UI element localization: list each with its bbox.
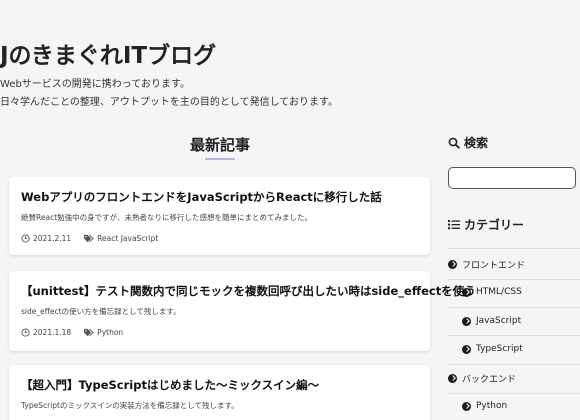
list-icon <box>448 220 460 230</box>
heading-underline <box>205 158 235 160</box>
category-item-javascript[interactable]: JavaScript <box>462 316 521 326</box>
site-title[interactable]: JのきまぐれITブログ <box>0 36 580 70</box>
post-date: 2021.2.11 <box>33 234 72 243</box>
category-heading-label: カテゴリー <box>464 218 525 232</box>
category-label: HTML/CSS <box>476 287 522 297</box>
search-heading: 検索 <box>448 134 488 151</box>
tags-icon <box>84 234 94 243</box>
search-heading-label: 検索 <box>464 136 489 150</box>
search-icon <box>448 137 460 149</box>
post-card[interactable]: WebアプリのフロントエンドをJavaScriptからReactに移行した話 絶… <box>9 177 430 255</box>
chevron-right-circle-icon <box>462 287 471 297</box>
clock-icon <box>21 234 30 243</box>
post-excerpt: 絶賛React勉強中の身ですが、未熟者なりに移行した感想を簡単にまとめてみました… <box>21 213 312 222</box>
category-label: TypeScript <box>476 344 523 354</box>
divider <box>448 248 580 249</box>
divider <box>448 364 580 365</box>
category-item-frontend[interactable]: フロントエンド <box>448 258 525 271</box>
category-heading: カテゴリー <box>448 216 524 233</box>
category-item-html-css[interactable]: HTML/CSS <box>462 287 522 297</box>
post-tags[interactable]: React JavaScript <box>97 234 158 243</box>
post-title[interactable]: 【超入門】TypeScriptはじめました〜ミックスイン編〜 <box>21 377 319 393</box>
chevron-right-circle-icon <box>462 401 471 411</box>
divider <box>448 279 580 280</box>
tags-icon <box>84 328 94 337</box>
post-date: 2021.1.18 <box>33 328 72 337</box>
category-label: JavaScript <box>476 316 522 326</box>
post-excerpt: side_effectの使い方を備忘録として残します。 <box>21 307 181 316</box>
chevron-right-circle-icon <box>448 260 457 269</box>
post-meta: 2021.1.18 Python <box>21 328 127 337</box>
search-input[interactable] <box>448 167 576 189</box>
site-tagline-line-2: 日々学んだことの整理、アウトプットを主の目的として発信しております。 <box>0 97 338 108</box>
divider <box>448 335 580 336</box>
category-label: フロントエンド <box>462 261 526 271</box>
category-label: バックエンド <box>462 375 517 385</box>
post-tags[interactable]: Python <box>97 328 123 337</box>
post-title[interactable]: WebアプリのフロントエンドをJavaScriptからReactに移行した話 <box>21 189 382 205</box>
chevron-right-circle-icon <box>462 316 471 326</box>
latest-posts-heading: 最新記事 <box>189 136 250 154</box>
category-item-python[interactable]: Python <box>462 401 507 411</box>
category-item-backend[interactable]: バックエンド <box>448 372 516 385</box>
chevron-right-circle-icon <box>448 374 457 383</box>
clock-icon <box>21 328 30 337</box>
post-card[interactable]: 【unittest】テスト関数内で同じモックを複数回呼び出したい時はside_e… <box>9 271 476 351</box>
divider <box>448 307 580 308</box>
post-card[interactable]: 【超入門】TypeScriptはじめました〜ミックスイン編〜 TypeScrip… <box>9 365 430 420</box>
post-excerpt: TypeScriptのミックスインの実装方法を備忘録として残します。 <box>21 401 239 410</box>
post-meta: 2021.2.11 React JavaScript <box>21 234 162 243</box>
post-title[interactable]: 【unittest】テスト関数内で同じモックを複数回呼び出したい時はside_e… <box>21 283 476 299</box>
site-tagline-line-1: Webサービスの開発に携わっております。 <box>0 79 191 90</box>
category-label: Python <box>476 401 508 411</box>
category-item-typescript[interactable]: TypeScript <box>462 344 523 354</box>
divider <box>448 393 580 394</box>
chevron-right-circle-icon <box>462 344 471 354</box>
